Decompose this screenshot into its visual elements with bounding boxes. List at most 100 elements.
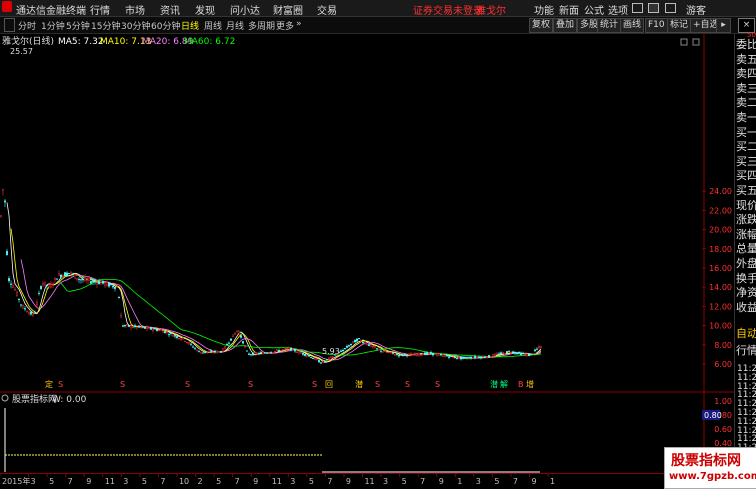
menu-quote[interactable]: 行情 — [90, 2, 110, 17]
candle-body — [400, 354, 402, 356]
candle-body — [56, 278, 58, 280]
period-more[interactable]: 更多 — [276, 19, 294, 32]
candle-body — [48, 284, 50, 288]
candle-body — [460, 356, 462, 360]
candle-body — [62, 275, 64, 277]
signal-mark: 潜 — [490, 379, 498, 389]
candle-body — [102, 280, 104, 284]
indicator-title: 股票指标网 — [12, 393, 57, 405]
menu-formula[interactable]: 公式 — [584, 2, 604, 17]
menu-ask[interactable]: 问小达 — [230, 2, 260, 17]
button-mark[interactable]: 标记 — [667, 18, 692, 33]
candle-body — [494, 353, 496, 357]
date-tick-label: 11 — [105, 477, 115, 486]
candle-body — [52, 284, 54, 286]
period-weekly[interactable]: 周线 — [204, 19, 222, 32]
candle-body — [128, 325, 130, 327]
candle-body — [322, 361, 324, 363]
candle-body — [326, 359, 328, 361]
candle-body — [214, 350, 216, 353]
date-tick-label: 11 — [364, 477, 374, 486]
period-daily[interactable]: 日线 — [181, 19, 199, 32]
candle-body — [74, 274, 76, 279]
login-status[interactable]: 证券交易未登录 — [413, 2, 483, 17]
menu-market[interactable]: 市场 — [125, 2, 145, 17]
period-monthly[interactable]: 月线 — [226, 19, 244, 32]
period-1min[interactable]: 1分钟 — [41, 19, 65, 32]
date-tick-label: 9 — [439, 477, 444, 486]
quote-field-label: 买三 — [736, 154, 756, 168]
candle-body — [302, 352, 304, 355]
menu-trade[interactable]: 交易 — [317, 2, 337, 17]
candle-body — [296, 351, 298, 353]
candle-body — [490, 356, 492, 358]
candle-body — [428, 352, 430, 354]
signal-mark: 增 — [526, 379, 534, 389]
candle-body — [164, 331, 166, 334]
period-5min[interactable]: 5分钟 — [66, 19, 90, 32]
button-overlay[interactable]: 叠加 — [553, 18, 578, 33]
candle-body — [358, 338, 360, 340]
price-tick-label: 20.00 — [709, 226, 732, 235]
candle-body — [182, 337, 184, 340]
candle-body — [354, 339, 356, 343]
candle-body — [18, 298, 20, 301]
menu-wealth[interactable]: 财富圈 — [273, 2, 303, 17]
menu-options[interactable]: 选项 — [608, 2, 628, 17]
screen-icon[interactable] — [632, 3, 643, 13]
watermark-box: 股票指标网 www.7gpzb.com — [664, 447, 756, 489]
candle-body — [258, 352, 260, 355]
button-statistics[interactable]: 统计 — [597, 18, 622, 33]
date-tick-label: 7 — [327, 477, 332, 486]
candle-body — [454, 356, 456, 359]
quote-label[interactable]: 行情 — [736, 342, 756, 358]
candle-body — [324, 361, 326, 363]
quote-field-label: 收益 — [736, 300, 756, 314]
signal-mark: 潜 — [355, 379, 363, 389]
toolbar-toggle-icon[interactable] — [4, 18, 15, 32]
period-toolbar: 分时 1分钟 5分钟 15分钟 30分钟 60分钟 日线 周线 月线 多周期 更… — [0, 17, 756, 34]
window-icon[interactable] — [648, 3, 659, 13]
candle-body — [410, 353, 412, 355]
date-tick-label: 3 — [290, 477, 295, 486]
menu-discover[interactable]: 发现 — [195, 2, 215, 17]
candle-body — [362, 342, 364, 344]
candle-body — [184, 340, 186, 342]
period-multi[interactable]: 多周期 — [248, 19, 275, 32]
candle-body — [24, 308, 26, 310]
period-30min[interactable]: 30分钟 — [121, 19, 150, 32]
candle-body — [474, 356, 476, 359]
menu-function[interactable]: 功能 — [534, 2, 554, 17]
candle-body — [458, 357, 460, 359]
period-15min[interactable]: 15分钟 — [91, 19, 120, 32]
candle-body — [416, 353, 418, 356]
menu-news[interactable]: 资讯 — [160, 2, 180, 17]
date-tick-label: 9 — [253, 477, 258, 486]
candle-body — [266, 352, 268, 354]
collapse-panel-icon[interactable]: ▸ — [716, 18, 731, 33]
candle-body — [448, 356, 450, 358]
button-draw-line[interactable]: 画线 — [620, 18, 645, 33]
candle-body — [248, 353, 250, 355]
price-chart[interactable]: 24.00 22.00 20.00 18.00 16.00 14.00 12.00 10.00… — [0, 34, 734, 393]
auto-label[interactable]: 自动 — [736, 325, 756, 341]
candle-body — [484, 356, 486, 358]
candle-body — [76, 278, 78, 280]
candle-body — [54, 277, 56, 280]
layout-icon[interactable] — [665, 3, 676, 13]
indicator-panel[interactable]: 1.000.800.600.400.200.80 股票指标网 W: 0.00 — [0, 393, 734, 473]
period-minute[interactable]: 分时 — [18, 19, 36, 32]
more-arrow-icon[interactable]: » — [296, 19, 302, 29]
menu-new-page[interactable]: 新面 — [559, 2, 579, 17]
candle-body — [196, 349, 198, 352]
candle-body — [86, 279, 88, 281]
button-restore-rights[interactable]: 复权 — [529, 18, 554, 33]
candle-body — [390, 351, 392, 354]
guest-label[interactable]: 游客 — [686, 2, 706, 17]
candle-body — [216, 350, 218, 353]
date-tick-label: 7 — [513, 477, 518, 486]
period-60min[interactable]: 60分钟 — [151, 19, 180, 32]
candle-body — [310, 357, 312, 359]
button-f10[interactable]: F10 — [645, 18, 668, 33]
candle-body — [508, 350, 510, 352]
